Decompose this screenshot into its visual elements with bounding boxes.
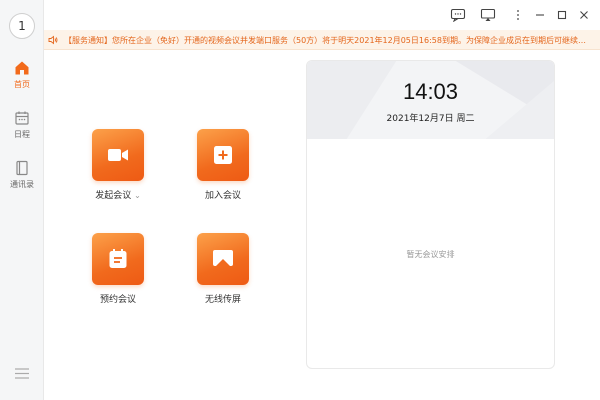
speaker-icon [48,35,58,45]
chevron-down-icon[interactable]: ⌄ [134,191,141,200]
screen-share-icon [213,250,233,266]
sidebar: 1 首页 日程 通讯录 [0,0,44,400]
video-camera-icon [108,149,128,161]
schedule-meeting-button[interactable]: 预约会议 [78,233,158,305]
wireless-screen-share-tile [197,233,249,285]
main-content: 发起会议 ⌄ 加入会议 预约会议 无线传屏 14:03 2021年12月7日 周… [44,51,600,400]
title-bar [44,0,600,30]
sidebar-item-home[interactable]: 首页 [0,60,44,90]
minimize-icon[interactable] [532,8,548,22]
screen-cast-icon[interactable] [480,8,496,22]
join-meeting-tile [197,129,249,181]
hamburger-menu-icon[interactable] [15,368,29,379]
message-icon[interactable] [450,8,466,22]
start-meeting-tile [92,129,144,181]
plus-icon [214,146,232,164]
schedule-meeting-label: 预约会议 [99,295,136,305]
home-icon [15,61,29,75]
sidebar-item-calendar[interactable]: 日程 [0,110,44,140]
more-icon[interactable] [510,8,526,22]
avatar[interactable]: 1 [9,13,35,39]
contacts-icon [16,160,28,176]
sidebar-item-label: 首页 [14,80,30,89]
calendar-icon [15,111,29,125]
maximize-icon[interactable] [554,8,570,22]
current-time: 14:03 [402,79,459,104]
schedule-card: 14:03 2021年12月7日 周二 暂无会议安排 [306,60,555,369]
current-date: 2021年12月7日 周二 [386,114,475,124]
service-notice-bar[interactable]: 【服务通知】您所在企业（免好）开通的视频会议并发端口服务（50方）将于明天202… [44,30,600,50]
sidebar-item-contacts[interactable]: 通讯录 [0,160,44,190]
calendar-schedule-icon [109,249,127,268]
notice-text: 【服务通知】您所在企业（免好）开通的视频会议并发端口服务（50方）将于明天202… [64,36,592,45]
close-icon[interactable] [576,8,592,22]
sidebar-item-label: 通讯录 [10,180,34,189]
empty-schedule-text: 暂无会议安排 [406,250,455,259]
start-meeting-label: 发起会议 ⌄ [95,191,141,201]
join-meeting-label: 加入会议 [204,191,241,201]
wireless-screen-share-button[interactable]: 无线传屏 [183,233,263,305]
start-meeting-button[interactable]: 发起会议 ⌄ [78,129,158,201]
join-meeting-button[interactable]: 加入会议 [183,129,263,201]
schedule-card-header: 14:03 2021年12月7日 周二 [307,61,554,139]
wireless-screen-share-label: 无线传屏 [204,295,241,305]
schedule-meeting-tile [92,233,144,285]
sidebar-item-label: 日程 [14,130,30,139]
